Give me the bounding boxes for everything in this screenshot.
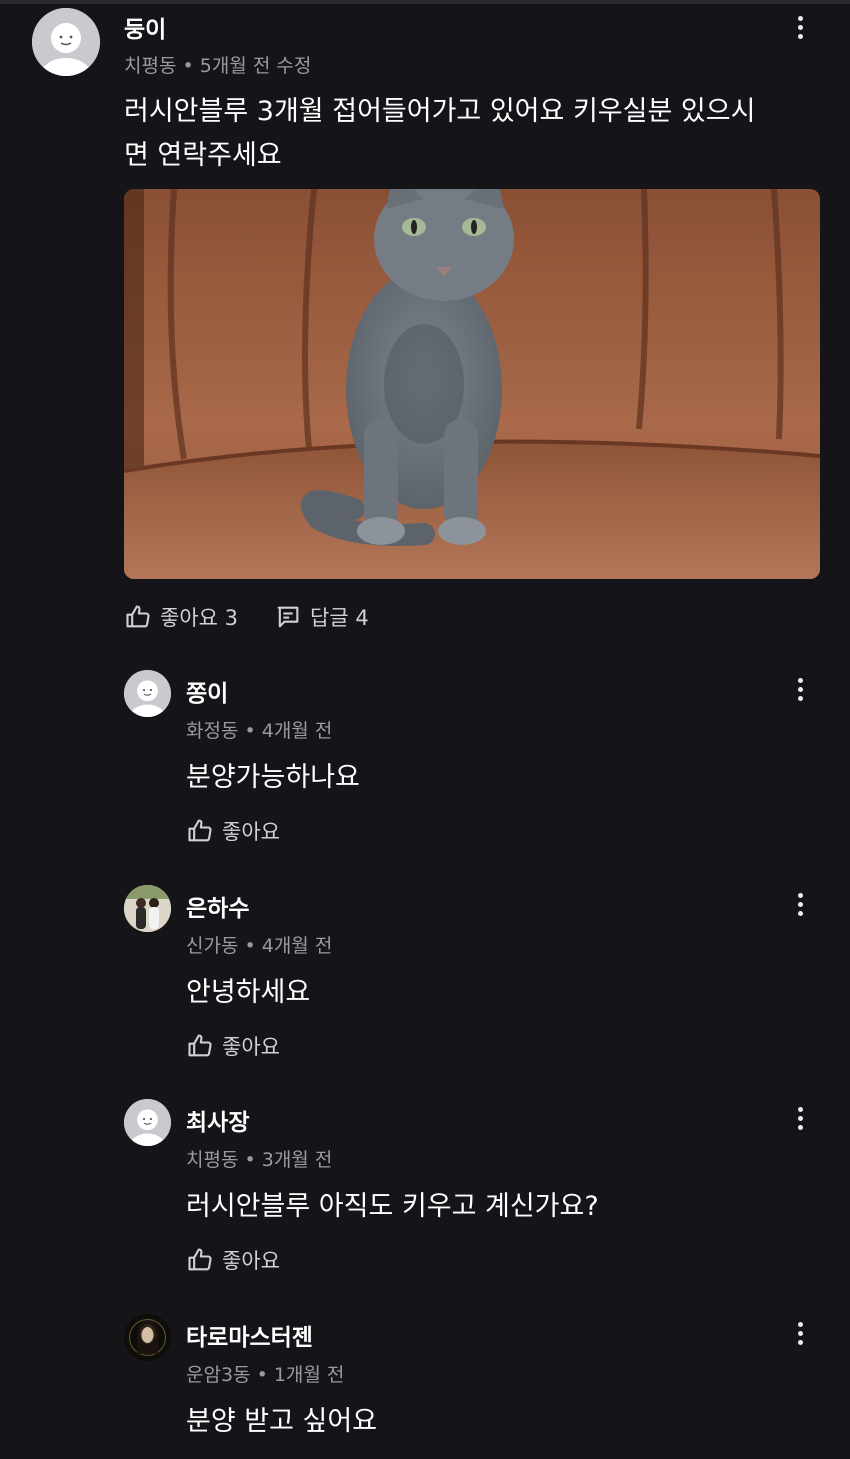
post-like-button[interactable]: 좋아요 3 bbox=[124, 602, 238, 632]
post-reply-button[interactable]: 답글 4 bbox=[274, 602, 369, 632]
reply-author-avatar[interactable] bbox=[124, 885, 171, 932]
reply-author-avatar[interactable] bbox=[124, 1099, 171, 1146]
reply-author-name[interactable]: 쫑이 bbox=[186, 674, 228, 708]
reply-text: 분양 받고 싶어요 bbox=[186, 1406, 378, 1437]
profile-placeholder-icon bbox=[32, 8, 100, 76]
post-meta: 치평동 • 5개월 전 수정 bbox=[124, 55, 312, 77]
reply-text: 러시안블루 아직도 키우고 계신가요? bbox=[186, 1191, 599, 1222]
post-photo[interactable] bbox=[124, 189, 820, 579]
reply-author-name[interactable]: 최사장 bbox=[186, 1103, 249, 1137]
reply-like-button[interactable]: 좋아요 bbox=[186, 1031, 280, 1061]
reply-text: 안녕하세요 bbox=[186, 977, 311, 1008]
reply-meta: 신가동 • 4개월 전 bbox=[186, 935, 333, 957]
reply-author-avatar[interactable] bbox=[124, 1314, 171, 1361]
reply-like-button[interactable]: 좋아요 bbox=[186, 816, 280, 846]
reply-more-button[interactable] bbox=[791, 670, 811, 710]
reply-author-name[interactable]: 타로마스터젠 bbox=[186, 1318, 313, 1352]
user-photo-icon bbox=[124, 1314, 171, 1361]
reply-meta: 화정동 • 4개월 전 bbox=[186, 720, 333, 742]
reply-like-label: 좋아요 bbox=[222, 1249, 280, 1273]
reply-more-button[interactable] bbox=[791, 1314, 811, 1354]
reply-author-avatar[interactable] bbox=[124, 670, 171, 717]
comment-icon bbox=[277, 606, 299, 628]
reply-like-label: 좋아요 bbox=[222, 1035, 280, 1059]
thumbs-up-icon bbox=[188, 1034, 212, 1057]
profile-placeholder-icon bbox=[124, 670, 171, 717]
reply-more-button[interactable] bbox=[791, 885, 811, 925]
profile-placeholder-icon bbox=[124, 1099, 171, 1146]
thumbs-up-icon bbox=[126, 605, 150, 628]
post-author-avatar[interactable] bbox=[32, 8, 100, 76]
thumbs-up-icon bbox=[188, 819, 212, 842]
reply-like-label: 좋아요 bbox=[222, 820, 280, 844]
cat-photo-image bbox=[124, 189, 820, 579]
post-body-line1: 러시안블루 3개월 접어들어가고 있어요 키우실분 있으시 bbox=[124, 96, 756, 127]
reply-more-button[interactable] bbox=[791, 1099, 811, 1139]
reply-meta: 운암3동 • 1개월 전 bbox=[186, 1364, 345, 1386]
user-photo-icon bbox=[124, 885, 171, 932]
thumbs-up-icon bbox=[188, 1248, 212, 1271]
reply-text: 분양가능하나요 bbox=[186, 762, 360, 793]
post-body-line2: 면 연락주세요 bbox=[124, 140, 282, 171]
post-more-button[interactable] bbox=[791, 8, 811, 48]
post-like-label: 좋아요 3 bbox=[160, 606, 238, 630]
post-body: 러시안블루 3개월 접어들어가고 있어요 키우실분 있으시 면 연락주세요 bbox=[124, 90, 814, 178]
reply-meta: 치평동 • 3개월 전 bbox=[186, 1149, 333, 1171]
top-divider bbox=[0, 0, 850, 4]
post-author-name[interactable]: 둥이 bbox=[124, 10, 166, 44]
reply-author-name[interactable]: 은하수 bbox=[186, 889, 249, 923]
post-reply-label: 답글 4 bbox=[310, 606, 369, 630]
reply-like-button[interactable]: 좋아요 bbox=[186, 1245, 280, 1275]
